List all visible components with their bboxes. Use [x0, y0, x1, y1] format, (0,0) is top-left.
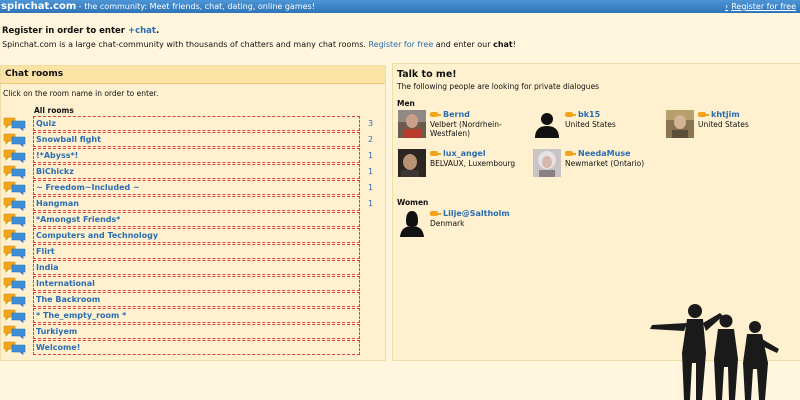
chat-bubbles-icon	[3, 133, 26, 147]
chat-bubbles-icon	[3, 277, 26, 291]
room-user-count: 3	[368, 119, 374, 128]
register-link[interactable]: Register for free	[368, 40, 433, 49]
chat-bubbles-icon	[3, 293, 26, 307]
room-name-link[interactable]: Hangman	[33, 196, 360, 211]
room-name-link[interactable]: International	[33, 276, 360, 291]
intro-text: Spinchat.com is a large chat-community w…	[2, 40, 516, 49]
room-name-link[interactable]: *Amongst Friends*	[33, 212, 360, 227]
chat-brand: +chat	[127, 26, 156, 36]
room-name-link[interactable]: Flirt	[33, 244, 360, 259]
room-user-count: 1	[368, 199, 374, 208]
room-row[interactable]: India	[3, 260, 383, 276]
user-name-link[interactable]: Bernd	[430, 110, 470, 119]
room-row[interactable]: Welcome!	[3, 340, 383, 356]
room-name-link[interactable]: India	[33, 260, 360, 275]
chat-bubbles-icon	[3, 325, 26, 339]
chat-bubbles-icon	[3, 149, 26, 163]
top-bar: spinchat.com - the community: Meet frien…	[0, 0, 800, 13]
room-row[interactable]: ~ Freedom~Included ~ 1	[3, 180, 383, 196]
people-silhouette-illustration	[650, 304, 779, 400]
men-label: Men	[397, 99, 415, 108]
room-row[interactable]: BiChickz 1	[3, 164, 383, 180]
chat-rooms-panel: Chat rooms Click on the room name in ord…	[0, 65, 386, 361]
room-row[interactable]: Hangman 1	[3, 196, 383, 212]
room-row[interactable]: The Backroom	[3, 292, 383, 308]
room-row[interactable]: *Amongst Friends*	[3, 212, 383, 228]
chat-rooms-title: Chat rooms	[1, 66, 385, 84]
chat-bubbles-icon	[3, 341, 26, 355]
room-name-link[interactable]: ~ Freedom~Included ~	[33, 180, 360, 195]
hand-icon	[430, 151, 441, 156]
hand-icon	[430, 211, 441, 216]
chat-bubbles-icon	[3, 309, 26, 323]
user-location: BELVAUX, Luxembourg	[430, 159, 516, 168]
user-photo[interactable]	[533, 149, 561, 177]
user-silhouette[interactable]	[533, 110, 561, 138]
hand-icon	[565, 151, 576, 156]
room-row[interactable]: Computers and Technology	[3, 228, 383, 244]
site-tagline: - the community: Meet friends, chat, dat…	[76, 2, 315, 11]
room-row[interactable]: International	[3, 276, 383, 292]
room-name-link[interactable]: Quiz	[33, 116, 360, 131]
room-user-count: 1	[368, 151, 374, 160]
user-name-link[interactable]: NeedaMuse	[565, 149, 631, 158]
room-row[interactable]: !*Abyss*! 1	[3, 148, 383, 164]
user-photo[interactable]	[398, 149, 426, 177]
all-rooms-label: All rooms	[34, 106, 74, 115]
hand-icon	[698, 112, 709, 117]
room-name-link[interactable]: Snowball fight	[33, 132, 360, 147]
chat-bubbles-icon	[3, 213, 26, 227]
chat-bubbles-icon	[3, 181, 26, 195]
room-row[interactable]: Snowball fight 2	[3, 132, 383, 148]
room-row[interactable]: * The_empty_room *	[3, 308, 383, 324]
user-name-link[interactable]: khtjim	[698, 110, 740, 119]
user-name-link[interactable]: lux_angel	[430, 149, 486, 158]
room-user-count: 1	[368, 167, 374, 176]
register-link-top[interactable]: › Register for free	[725, 0, 796, 13]
user-silhouette[interactable]	[398, 209, 426, 237]
room-row[interactable]: Quiz 3	[3, 116, 383, 132]
user-location: Newmarket (Ontario)	[565, 159, 645, 168]
room-user-count: 2	[368, 135, 374, 144]
room-name-link[interactable]: Computers and Technology	[33, 228, 360, 243]
user-name-link[interactable]: bk15	[565, 110, 600, 119]
user-name-link[interactable]: Lilje@Saltholm	[430, 209, 510, 218]
chat-bubbles-icon	[3, 229, 26, 243]
room-name-link[interactable]: !*Abyss*!	[33, 148, 360, 163]
chat-bubbles-icon	[3, 245, 26, 259]
room-name-link[interactable]: Welcome!	[33, 340, 360, 355]
hand-icon	[430, 112, 441, 117]
chat-bubbles-icon	[3, 197, 26, 211]
user-location: Denmark	[430, 219, 465, 228]
intro-section: Register in order to enter +chat. Spinch…	[2, 26, 516, 49]
chat-bubbles-icon	[3, 165, 26, 179]
talk-title: Talk to me!	[397, 69, 457, 80]
talk-subtitle: The following people are looking for pri…	[397, 82, 600, 91]
room-name-link[interactable]: The Backroom	[33, 292, 360, 307]
room-list: Quiz 3 Snowball fight 2 !*Abyss*! 1 BiChickz 1 ~…	[3, 116, 383, 356]
user-location: United States	[565, 120, 616, 129]
women-label: Women	[397, 198, 429, 207]
user-photo[interactable]	[398, 110, 426, 138]
arrow-right-icon: ›	[725, 2, 729, 11]
room-name-link[interactable]: * The_empty_room *	[33, 308, 360, 323]
user-location: United States	[698, 120, 749, 129]
intro-heading: Register in order to enter +chat.	[2, 26, 160, 36]
room-row[interactable]: Turkiyem	[3, 324, 383, 340]
chat-bubbles-icon	[3, 117, 26, 131]
site-logo[interactable]: spinchat.com	[1, 1, 76, 12]
chat-bubbles-icon	[3, 261, 26, 275]
room-name-link[interactable]: BiChickz	[33, 164, 360, 179]
chat-rooms-hint: Click on the room name in order to enter…	[3, 89, 159, 98]
user-location: Velbert (Nordrhein-Westfalen)	[430, 120, 502, 138]
room-row[interactable]: Flirt	[3, 244, 383, 260]
room-name-link[interactable]: Turkiyem	[33, 324, 360, 339]
user-photo[interactable]	[666, 110, 694, 138]
room-user-count: 1	[368, 183, 374, 192]
hand-icon	[565, 112, 576, 117]
